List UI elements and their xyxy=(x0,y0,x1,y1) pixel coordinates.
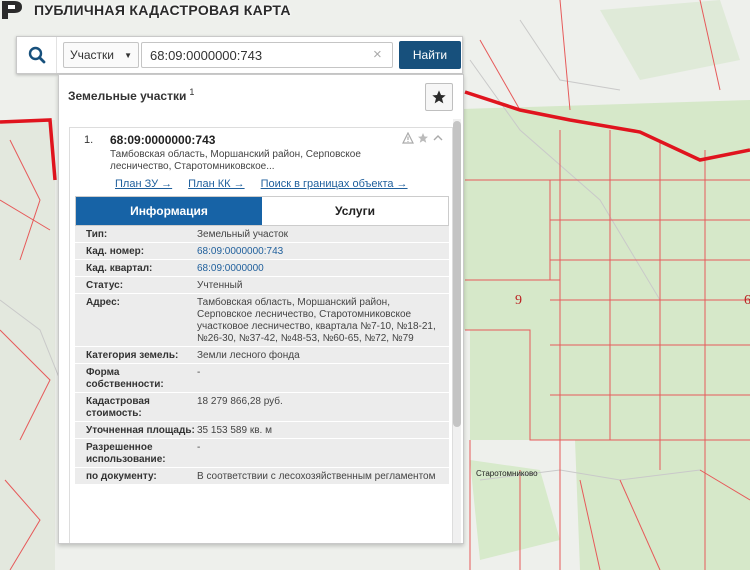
info-key: Статус: xyxy=(86,280,124,291)
info-value: Земельный участок xyxy=(197,229,289,240)
collapse-icon[interactable] xyxy=(432,132,444,144)
forest-area xyxy=(0,120,55,570)
info-value-link[interactable]: 68:09:0000000 xyxy=(197,260,449,276)
panel-title: Земельные участки 1 xyxy=(68,87,194,103)
info-key: Уточненная площадь: xyxy=(86,425,195,436)
star-icon[interactable] xyxy=(417,132,429,144)
info-value: - xyxy=(197,367,201,378)
table-row: Статус: Учтенный xyxy=(75,277,449,294)
search-in-bounds-link[interactable]: Поиск в границах объекта → xyxy=(261,178,408,190)
search-icon[interactable] xyxy=(17,37,57,73)
info-key: Разрешенное использование: xyxy=(86,442,166,465)
results-panel: Земельные участки 1 1. 68:09:0000000:743 … xyxy=(58,74,464,544)
info-value: Учтенный xyxy=(197,280,243,291)
plan-kk-link[interactable]: План КК → xyxy=(188,178,244,190)
result-count: 1 xyxy=(189,87,195,97)
info-key: Кад. квартал: xyxy=(86,263,153,274)
search-input[interactable] xyxy=(141,42,393,68)
logo-icon[interactable] xyxy=(0,1,26,19)
panel-header: Земельные участки 1 xyxy=(59,75,463,117)
info-table: Тип: Земельный участок Кад. номер: 68:09… xyxy=(75,226,449,485)
info-value: Земли лесного фонда xyxy=(197,350,300,361)
result-card[interactable]: 1. 68:09:0000000:743 Тамбовская область,… xyxy=(69,127,453,543)
info-value-link[interactable]: 68:09:0000000:743 xyxy=(197,243,449,259)
clear-icon[interactable]: × xyxy=(373,46,382,63)
table-row: Категория земель: Земли лесного фонда xyxy=(75,347,449,364)
info-key: Кад. номер: xyxy=(86,246,145,257)
info-key: Форма собственности: xyxy=(86,367,164,390)
map-town-label: Старотомниково xyxy=(476,469,538,478)
info-value: - xyxy=(197,442,201,453)
map-block-label: 6 xyxy=(744,293,750,308)
plan-zu-link[interactable]: План ЗУ → xyxy=(115,178,172,190)
app-header: ПУБЛИЧНАЯ КАДАСТРОВАЯ КАРТА xyxy=(0,0,291,20)
tab-services[interactable]: Услуги xyxy=(262,197,448,225)
info-key: по документу: xyxy=(86,471,157,482)
info-value: 18 279 866,28 руб. xyxy=(197,396,283,407)
info-value: 35 153 589 кв. м xyxy=(197,425,272,436)
table-row: Форма собственности: - xyxy=(75,364,449,393)
result-tabs: Информация Услуги xyxy=(75,196,449,226)
info-value: В соответствии с лесохозяйственным регла… xyxy=(197,471,436,482)
result-actions xyxy=(402,132,444,144)
panel-title-text: Земельные участки xyxy=(68,89,187,103)
info-key: Адрес: xyxy=(86,297,120,308)
tab-info[interactable]: Информация xyxy=(76,197,262,225)
object-type-value: Участки xyxy=(70,48,114,62)
search-bar: Участки ▼ × Найти xyxy=(16,36,463,74)
table-row: Тип: Земельный участок xyxy=(75,226,449,243)
map-block-label: 9 xyxy=(515,293,522,308)
table-row: Кадастровая стоимость: 18 279 866,28 руб… xyxy=(75,393,449,422)
table-row: по документу: В соответствии с лесохозяй… xyxy=(75,468,449,485)
favorites-button[interactable] xyxy=(425,83,453,111)
app-title: ПУБЛИЧНАЯ КАДАСТРОВАЯ КАРТА xyxy=(34,2,291,18)
table-row: Адрес: Тамбовская область, Моршанский ра… xyxy=(75,294,449,347)
object-type-select[interactable]: Участки ▼ xyxy=(63,42,139,68)
info-key: Кадастровая стоимость: xyxy=(86,396,150,419)
warning-icon[interactable] xyxy=(402,132,414,144)
table-row: Уточненная площадь: 35 153 589 кв. м xyxy=(75,422,449,439)
result-number: 1. xyxy=(84,134,94,146)
info-value: Тамбовская область, Моршанский район, Се… xyxy=(197,297,436,344)
result-links: План ЗУ → План КК → Поиск в границах объ… xyxy=(115,178,408,190)
star-icon xyxy=(432,90,446,104)
chevron-down-icon: ▼ xyxy=(124,50,132,60)
table-row: Разрешенное использование: - xyxy=(75,439,449,468)
scrollbar-thumb[interactable] xyxy=(453,121,461,427)
info-key: Тип: xyxy=(86,229,108,240)
info-key: Категория земель: xyxy=(86,350,179,361)
table-row: Кад. номер: 68:09:0000000:743 xyxy=(75,243,449,260)
find-button[interactable]: Найти xyxy=(399,41,461,69)
result-cad-number[interactable]: 68:09:0000000:743 xyxy=(110,133,215,147)
result-address: Тамбовская область, Моршанский район, Се… xyxy=(110,149,361,172)
table-row: Кад. квартал: 68:09:0000000 xyxy=(75,260,449,277)
